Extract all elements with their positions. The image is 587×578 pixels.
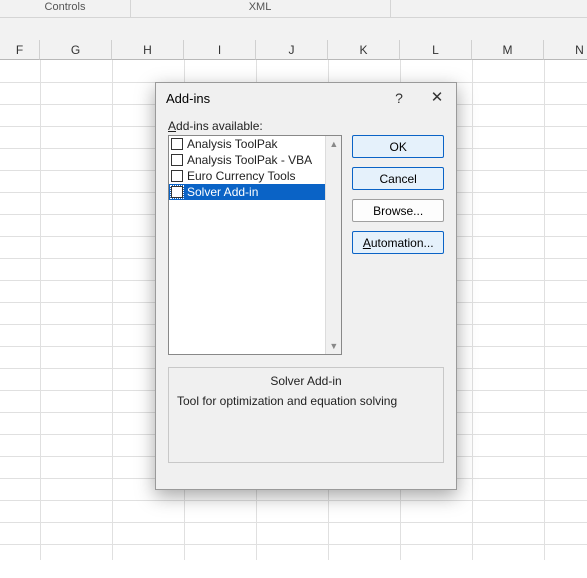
- addin-item-label: Analysis ToolPak: [187, 136, 278, 152]
- col-header[interactable]: K: [328, 40, 400, 60]
- listbox-scrollbar[interactable]: ▲ ▼: [325, 136, 341, 354]
- checkbox-icon[interactable]: [171, 154, 183, 166]
- addins-available-label: Add-ins available:: [168, 119, 444, 133]
- browse-button[interactable]: Browse...: [352, 199, 444, 222]
- addin-description-text: Tool for optimization and equation solvi…: [177, 394, 435, 408]
- addin-item[interactable]: Analysis ToolPak: [169, 136, 325, 152]
- ribbon: Controls XML: [0, 0, 587, 18]
- addin-description-pane: Solver Add-in Tool for optimization and …: [168, 367, 444, 463]
- col-header[interactable]: G: [40, 40, 112, 60]
- col-header[interactable]: M: [472, 40, 544, 60]
- ribbon-group-xml: XML: [130, 1, 390, 13]
- ok-button[interactable]: OK: [352, 135, 444, 158]
- checkbox-icon[interactable]: [171, 138, 183, 150]
- ribbon-group-controls: Controls: [0, 1, 130, 13]
- addin-item-label: Euro Currency Tools: [187, 168, 296, 184]
- addin-item-label: Solver Add-in: [187, 184, 258, 200]
- scroll-down-icon[interactable]: ▼: [326, 338, 341, 354]
- dialog-titlebar[interactable]: Add-ins ? ✕: [156, 83, 456, 115]
- cancel-button[interactable]: Cancel: [352, 167, 444, 190]
- col-header[interactable]: L: [400, 40, 472, 60]
- col-header[interactable]: F: [0, 40, 40, 60]
- col-header[interactable]: I: [184, 40, 256, 60]
- addins-dialog: Add-ins ? ✕ Add-ins available: Analysis …: [155, 82, 457, 490]
- addin-description-name: Solver Add-in: [177, 374, 435, 388]
- addins-listbox[interactable]: Analysis ToolPak Analysis ToolPak - VBA …: [168, 135, 342, 355]
- addin-item-label: Analysis ToolPak - VBA: [187, 152, 312, 168]
- addin-item[interactable]: Analysis ToolPak - VBA: [169, 152, 325, 168]
- addin-item[interactable]: Euro Currency Tools: [169, 168, 325, 184]
- dialog-title: Add-ins: [166, 91, 210, 106]
- addin-item[interactable]: Solver Add-in: [169, 184, 325, 200]
- col-header[interactable]: H: [112, 40, 184, 60]
- scroll-up-icon[interactable]: ▲: [326, 136, 341, 152]
- checkbox-icon[interactable]: [171, 170, 183, 182]
- help-button[interactable]: ?: [380, 83, 418, 113]
- col-header[interactable]: J: [256, 40, 328, 60]
- close-button[interactable]: ✕: [418, 83, 456, 113]
- checkbox-icon[interactable]: [171, 186, 183, 198]
- col-header[interactable]: N: [544, 40, 587, 60]
- automation-button[interactable]: Automation...: [352, 231, 444, 254]
